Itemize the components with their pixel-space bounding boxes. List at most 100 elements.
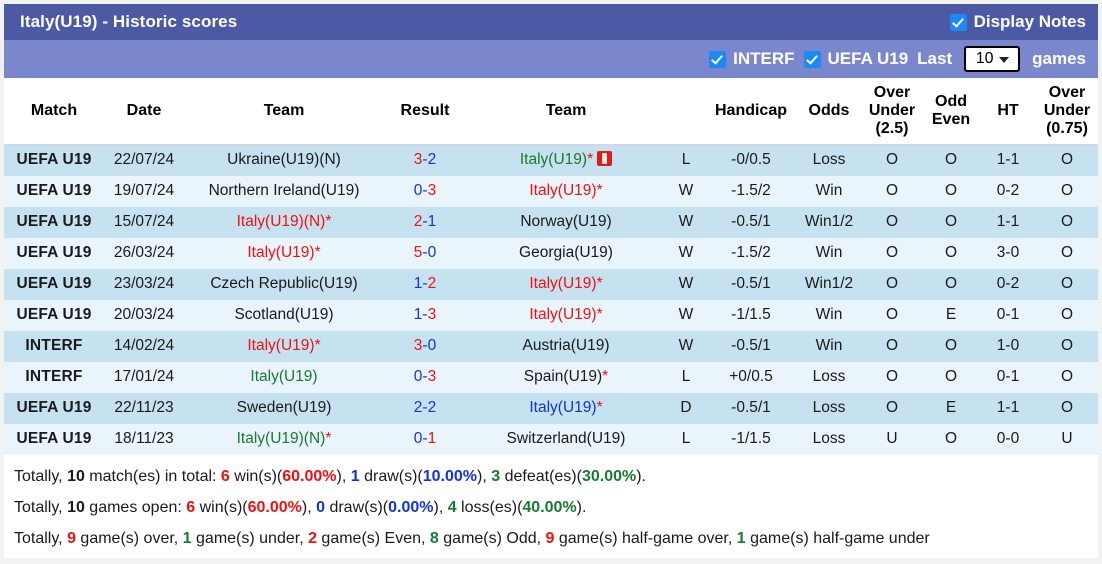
away-team-name: Italy(U19) [529,306,596,323]
s1-p2: match(es) in total: [85,468,221,485]
s2-win-pct: 60.00% [248,499,302,516]
summary-line-open: Totally, 10 games open: 6 win(s)(60.00%)… [14,492,1098,523]
col-over-under-25: Over Under (2.5) [862,78,922,144]
cell-result-score[interactable]: 2-1 [384,207,466,238]
cell-handicap: -0.5/1 [706,207,796,238]
cell-home-team[interactable]: Italy(U19) [184,362,384,393]
cell-handicap: -1.5/2 [706,176,796,207]
home-team-name: Italy(U19)(N) [237,430,326,447]
cell-odds: Win1/2 [796,269,862,300]
away-team-name: Italy(U19) [529,275,596,292]
cell-half-time: 1-1 [980,393,1036,424]
cell-away-team[interactable]: Austria(U19) [466,331,666,362]
cell-over-under-25: O [862,269,922,300]
cell-result-score[interactable]: 0-3 [384,176,466,207]
cell-home-team[interactable]: Scotland(U19) [184,300,384,331]
ou25-line1: Over [864,84,920,102]
cell-date: 22/07/24 [104,144,184,176]
s2-p1: Totally, [14,499,67,516]
cell-odds: Win1/2 [796,207,862,238]
cell-handicap: -0/0.5 [706,144,796,176]
cell-away-team[interactable]: Italy(U19)* [466,269,666,300]
table-row[interactable]: INTERF14/02/24Italy(U19)*3-0Austria(U19)… [4,331,1098,362]
cell-odd-even: E [922,300,980,331]
table-row[interactable]: UEFA U1920/03/24Scotland(U19)1-3Italy(U1… [4,300,1098,331]
uefa-label: UEFA U19 [828,49,909,69]
cell-home-team[interactable]: Italy(U19)(N)* [184,207,384,238]
cell-date: 15/07/24 [104,207,184,238]
cell-away-team[interactable]: Italy(U19)* [466,176,666,207]
home-team-name: Scotland(U19) [234,306,333,323]
cell-result-score[interactable]: 1-3 [384,300,466,331]
cell-home-team[interactable]: Northern Ireland(U19) [184,176,384,207]
filter-interf[interactable]: INTERF [709,49,794,69]
s2-p8: ). [577,499,587,516]
cell-handicap: -1/1.5 [706,424,796,455]
table-row[interactable]: UEFA U1922/11/23Sweden(U19)2-2Italy(U19)… [4,393,1098,424]
table-row[interactable]: UEFA U1926/03/24Italy(U19)*5-0Georgia(U1… [4,238,1098,269]
cell-home-team[interactable]: Italy(U19)* [184,331,384,362]
display-notes-checkbox[interactable] [950,14,967,31]
col-ht: HT [980,78,1036,144]
cell-home-team[interactable]: Italy(U19)(N)* [184,424,384,455]
s1-p7: defeat(es)( [500,468,582,485]
score-away: 3 [428,306,437,323]
s1-p4: ), [337,468,351,485]
home-team-star: * [315,337,321,354]
cell-home-team[interactable]: Ukraine(U19)(N) [184,144,384,176]
table-row[interactable]: UEFA U1923/03/24Czech Republic(U19)1-2It… [4,269,1098,300]
cell-away-team[interactable]: Italy(U19)* [466,393,666,424]
s3-under: 1 [183,530,192,547]
cell-result-score[interactable]: 3-2 [384,144,466,176]
cell-handicap: -1/1.5 [706,300,796,331]
chevron-down-icon [999,57,1009,63]
display-notes-toggle[interactable]: Display Notes [950,12,1086,32]
col-date: Date [104,78,184,144]
table-row[interactable]: UEFA U1922/07/24Ukraine(U19)(N)3-2Italy(… [4,144,1098,176]
cell-home-team[interactable]: Italy(U19)* [184,238,384,269]
cell-away-team[interactable]: Georgia(U19) [466,238,666,269]
table-row[interactable]: UEFA U1915/07/24Italy(U19)(N)*2-1Norway(… [4,207,1098,238]
cell-result-score[interactable]: 3-0 [384,331,466,362]
cell-over-under-075: O [1036,331,1098,362]
cell-home-team[interactable]: Czech Republic(U19) [184,269,384,300]
table-row[interactable]: INTERF17/01/24Italy(U19)0-3Spain(U19)*L+… [4,362,1098,393]
score-away: 0 [428,244,437,261]
table-row[interactable]: UEFA U1919/07/24Northern Ireland(U19)0-3… [4,176,1098,207]
cell-away-team[interactable]: Switzerland(U19) [466,424,666,455]
cell-away-team[interactable]: Spain(U19)* [466,362,666,393]
cell-home-team[interactable]: Sweden(U19) [184,393,384,424]
table-row[interactable]: UEFA U1918/11/23Italy(U19)(N)*0-1Switzer… [4,424,1098,455]
cell-away-team[interactable]: Italy(U19)* [466,144,666,176]
home-team-name: Northern Ireland(U19) [209,182,360,199]
games-count-select[interactable]: 10 [964,46,1020,72]
away-team-star: * [587,151,593,168]
s2-draws: 0 [316,499,325,516]
s3-p4: game(s) Even, [317,530,430,547]
cell-result-score[interactable]: 0-3 [384,362,466,393]
s1-defeats: 3 [491,468,500,485]
s1-p8: ). [636,468,646,485]
cell-result-score[interactable]: 2-2 [384,393,466,424]
cell-result-score[interactable]: 1-2 [384,269,466,300]
away-team-name: Italy(U19) [529,182,596,199]
filter-uefa[interactable]: UEFA U19 [804,49,909,69]
cell-half-time: 0-0 [980,424,1036,455]
s1-draw-pct: 10.00% [423,468,477,485]
home-team-name: Ukraine(U19)(N) [227,151,341,168]
cell-odds: Win [796,300,862,331]
score-away: 3 [428,368,437,385]
uefa-checkbox[interactable] [804,51,821,68]
interf-checkbox[interactable] [709,51,726,68]
s3-half-under: 1 [737,530,746,547]
cell-odds: Loss [796,362,862,393]
s2-p7: loss(es)( [457,499,523,516]
cell-away-team[interactable]: Italy(U19)* [466,300,666,331]
cell-away-team[interactable]: Norway(U19) [466,207,666,238]
cell-result-score[interactable]: 0-1 [384,424,466,455]
s1-wins: 6 [221,468,230,485]
cell-over-under-25: O [862,144,922,176]
cell-result-score[interactable]: 5-0 [384,238,466,269]
ou075-line3: (0.75) [1038,120,1096,138]
title-bar: Italy(U19) - Historic scores Display Not… [4,4,1098,40]
